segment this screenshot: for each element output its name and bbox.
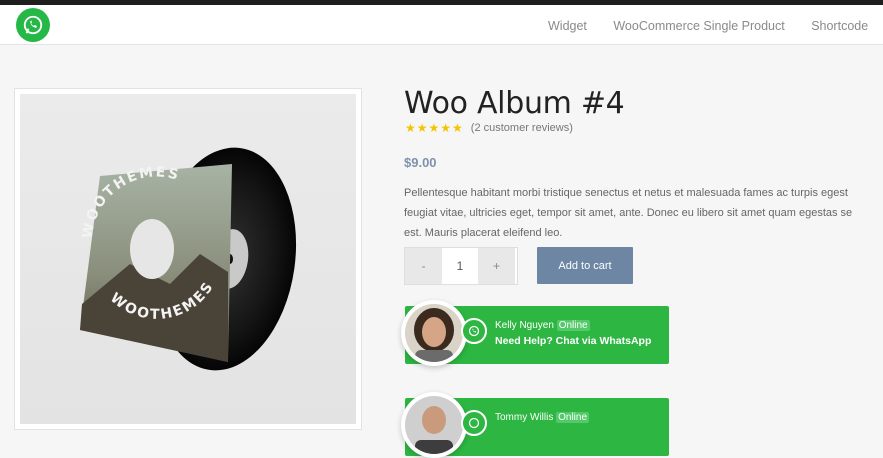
agent-name: Kelly Nguyen xyxy=(495,320,554,331)
description-line: est. Mauris placerat eleifend leo. xyxy=(404,227,563,239)
product-rating: ★★★★★ (2 customer reviews) xyxy=(405,121,573,135)
product-image-frame: WOOTHEMES WOOTHEMES xyxy=(14,88,362,430)
quantity-input[interactable]: 1 xyxy=(442,248,478,284)
nav-item-shortcode[interactable]: Shortcode xyxy=(811,19,868,33)
quantity-plus-button[interactable]: + xyxy=(478,248,515,284)
nav-item-widget[interactable]: Widget xyxy=(548,19,587,33)
avatar xyxy=(401,392,467,458)
product-title: Woo Album #4 xyxy=(404,86,625,121)
whatsapp-icon xyxy=(461,318,487,344)
agent-cta: Need Help? Chat via WhatsApp xyxy=(495,335,652,347)
quantity-minus-button[interactable]: - xyxy=(405,248,442,284)
status-badge: Online xyxy=(556,412,590,423)
add-to-cart-button[interactable]: Add to cart xyxy=(537,247,633,284)
description-line: feugiat vitae, ultricies eget, tempor si… xyxy=(404,207,853,219)
description-line: Pellentesque habitant morbi tristique se… xyxy=(404,187,848,199)
product-price: $9.00 xyxy=(404,155,437,170)
status-badge: Online xyxy=(556,320,590,331)
main-nav: Widget WooCommerce Single Product Shortc… xyxy=(548,17,883,35)
avatar xyxy=(401,300,467,366)
whatsapp-agent-button[interactable]: Kelly Nguyen Online Need Help? Chat via … xyxy=(401,300,669,366)
quantity-stepper: - 1 + xyxy=(404,247,518,285)
product-description: Pellentesque habitant morbi tristique se… xyxy=(404,183,883,243)
agent-name: Tommy Willis xyxy=(495,412,554,423)
product-image[interactable]: WOOTHEMES WOOTHEMES xyxy=(20,94,356,424)
star-rating-icon: ★★★★★ xyxy=(405,121,464,135)
review-count-link[interactable]: (2 customer reviews) xyxy=(471,122,573,134)
whatsapp-icon xyxy=(461,410,487,436)
nav-item-woocommerce-single-product[interactable]: WooCommerce Single Product xyxy=(613,19,784,33)
site-header: Widget WooCommerce Single Product Shortc… xyxy=(0,5,883,45)
whatsapp-logo-icon[interactable] xyxy=(16,8,50,42)
whatsapp-agent-button[interactable]: Tommy Willis Online xyxy=(401,392,669,458)
